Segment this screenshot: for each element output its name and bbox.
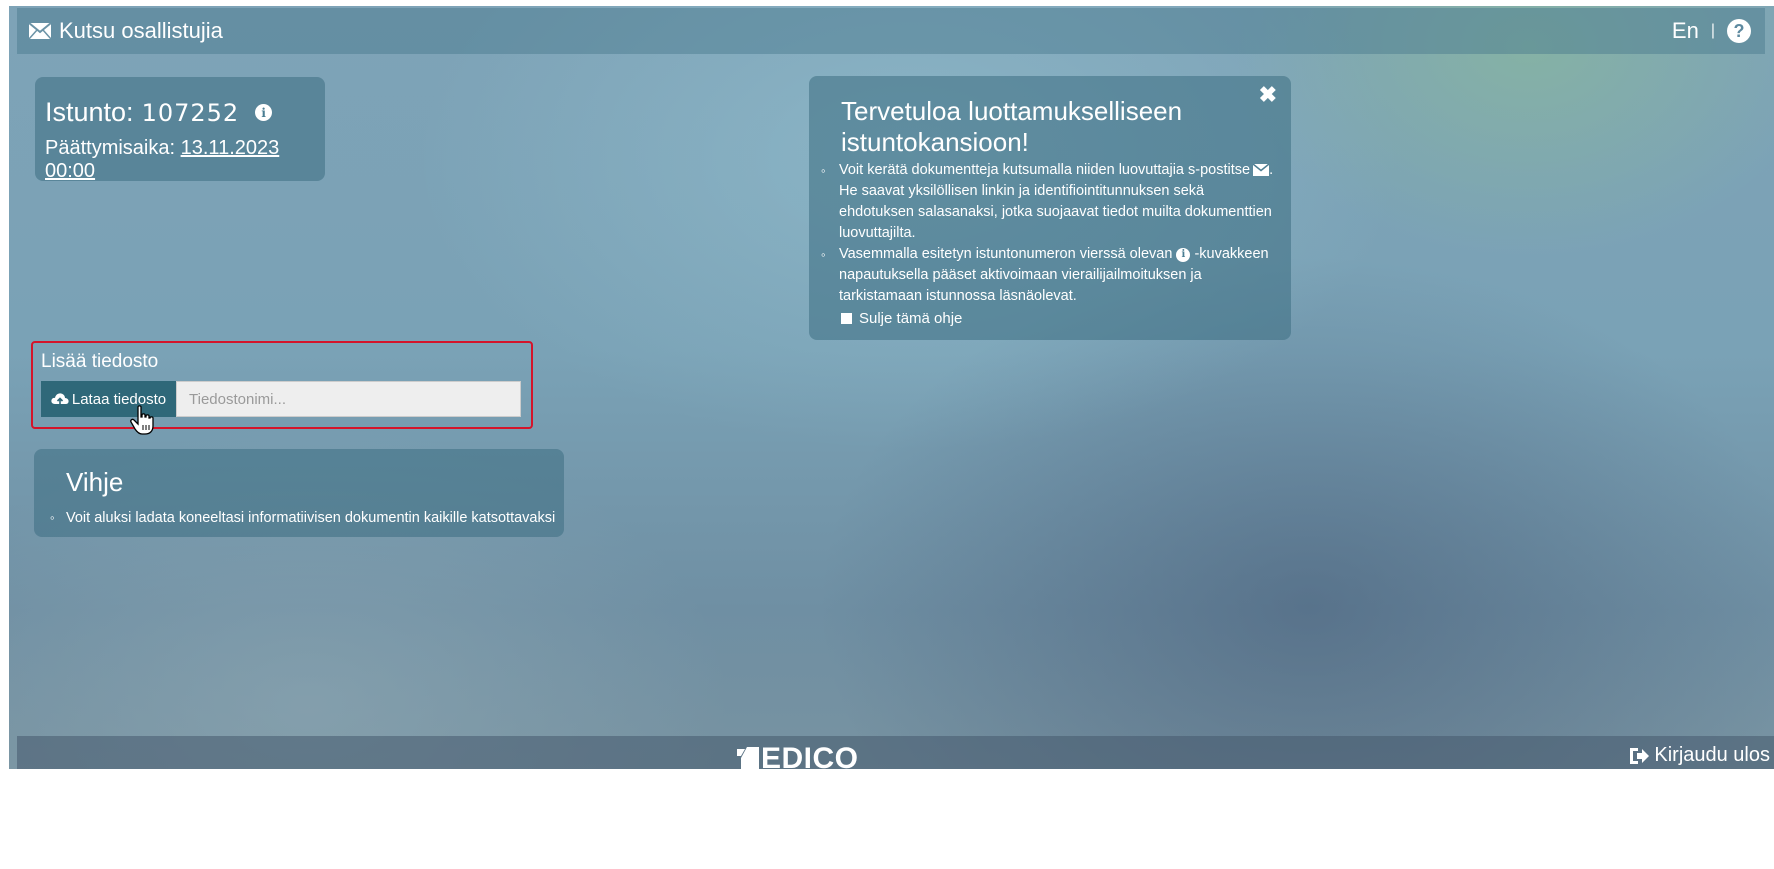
language-switch[interactable]: En: [1672, 18, 1699, 44]
hint-text: Voit aluksi ladata koneeltasi informatii…: [50, 510, 555, 526]
question-circle-icon[interactable]: ?: [1727, 19, 1751, 43]
welcome-panel: ✖ Tervetuloa luottamukselliseen istuntok…: [809, 76, 1291, 340]
session-number: 107252: [141, 98, 240, 127]
info-icon[interactable]: i: [255, 104, 273, 121]
checkbox[interactable]: [841, 313, 852, 324]
envelope-icon: [1253, 164, 1270, 176]
close-icon[interactable]: ✖: [1259, 82, 1277, 108]
logout-label: Kirjaudu ulos: [1654, 744, 1770, 766]
welcome-title: Tervetuloa luottamukselliseen istuntokan…: [841, 96, 1183, 157]
hand-cursor-icon: [130, 405, 154, 435]
hint-panel: Vihje Voit aluksi ladata koneeltasi info…: [34, 449, 564, 537]
add-file-section: Lisää tiedosto Lataa tiedosto: [31, 341, 533, 429]
welcome-text-2a: Vasemmalla esitetyn istuntonumeron viers…: [839, 246, 1173, 262]
app-background: Kutsu osallistujia En | ? Istunto: 10725…: [9, 6, 1774, 869]
end-time-label: Päättymisaika:: [45, 137, 176, 159]
page-bottom-margin: [0, 769, 1774, 869]
file-name-input[interactable]: [176, 381, 521, 417]
session-label: Istunto:: [45, 97, 134, 127]
cloud-upload-icon: [51, 393, 69, 405]
info-icon: i: [1176, 247, 1191, 262]
welcome-list: Voit kerätä dokumentteja kutsumalla niid…: [809, 160, 1279, 307]
list-item: Voit kerätä dokumentteja kutsumalla niid…: [821, 160, 1279, 244]
invite-participants-label: Kutsu osallistujia: [59, 18, 223, 43]
envelope-icon: [29, 23, 51, 39]
list-item: Vasemmalla esitetyn istuntonumeron viers…: [821, 244, 1279, 307]
logout-button[interactable]: Kirjaudu ulos: [1628, 744, 1770, 767]
top-bar: Kutsu osallistujia En | ?: [17, 8, 1765, 54]
close-guide-checkbox[interactable]: Sulje tämä ohje: [841, 310, 962, 327]
sign-out-icon: [1630, 747, 1650, 764]
invite-participants-link[interactable]: Kutsu osallistujia: [29, 18, 223, 44]
add-file-label: Lisää tiedosto: [41, 351, 159, 372]
hint-title: Vihje: [66, 467, 124, 497]
session-panel: Istunto: 107252 i Päättymisaika: 13.11.2…: [35, 77, 325, 182]
checkbox-label: Sulje tämä ohje: [859, 310, 963, 327]
welcome-text-1a: Voit kerätä dokumentteja kutsumalla niid…: [839, 162, 1251, 178]
separator: |: [1710, 22, 1715, 39]
